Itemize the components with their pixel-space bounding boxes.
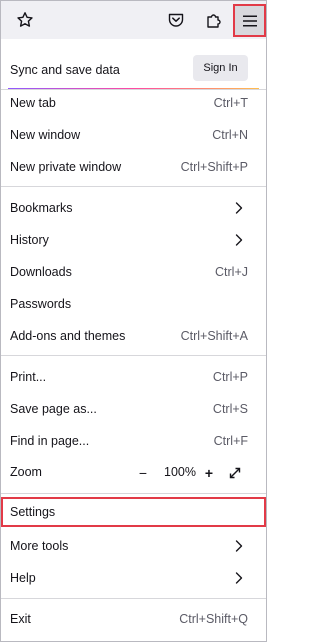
sync-label: Sync and save data <box>10 63 120 77</box>
star-icon <box>17 12 33 27</box>
menu-item-new-private-window[interactable]: New private window Ctrl+Shift+P <box>1 153 266 181</box>
menu-item-shortcut: Ctrl+Shift+A <box>180 329 248 343</box>
menu-item-new-window[interactable]: New window Ctrl+N <box>1 121 266 149</box>
menu-item-label: History <box>10 233 49 247</box>
zoom-controls: − 100% + <box>134 464 249 482</box>
menu-item-help[interactable]: Help <box>1 564 266 592</box>
menu-item-shortcut: Ctrl+Shift+Q <box>179 612 248 626</box>
menu-item-more-tools[interactable]: More tools <box>1 532 266 560</box>
sync-section: Sync and save data Sign In <box>1 46 266 90</box>
menu-item-label: Downloads <box>10 265 72 279</box>
menu-separator <box>1 493 266 494</box>
menu-item-shortcut: Ctrl+Shift+P <box>180 160 248 174</box>
menu-separator <box>1 186 266 187</box>
fullscreen-icon <box>229 467 241 479</box>
menu-item-print[interactable]: Print... Ctrl+P <box>1 363 266 391</box>
zoom-out-button[interactable]: − <box>134 464 152 482</box>
menu-item-zoom: Zoom − 100% + <box>1 458 266 486</box>
menu-item-label: New tab <box>10 96 56 110</box>
menu-item-passwords[interactable]: Passwords <box>1 290 266 318</box>
application-menu-panel: Sync and save data Sign In New tab Ctrl+… <box>1 39 266 641</box>
chevron-right-icon <box>235 234 243 246</box>
chevron-right-icon <box>235 572 243 584</box>
extensions-button[interactable] <box>200 6 228 34</box>
extensions-icon <box>207 14 221 28</box>
menu-item-label: New private window <box>10 160 122 174</box>
zoom-in-button[interactable]: + <box>200 464 218 482</box>
sign-in-button[interactable]: Sign In <box>193 55 248 81</box>
open-application-menu-button[interactable] <box>233 4 266 37</box>
menu-item-label: Settings <box>10 505 56 519</box>
browser-toolbar <box>1 1 266 39</box>
menu-item-downloads[interactable]: Downloads Ctrl+J <box>1 258 266 286</box>
menu-item-label: More tools <box>10 539 69 553</box>
menu-item-shortcut: Ctrl+T <box>213 96 248 110</box>
menu-item-label: Save page as... <box>10 402 97 416</box>
chevron-right-icon <box>235 202 243 214</box>
hamburger-menu-icon <box>242 15 257 26</box>
menu-item-shortcut: Ctrl+F <box>213 434 248 448</box>
menu-item-shortcut: Ctrl+N <box>212 128 248 142</box>
menu-separator <box>1 355 266 356</box>
menu-item-history[interactable]: History <box>1 226 266 254</box>
menu-item-add-ons-and-themes[interactable]: Add-ons and themes Ctrl+Shift+A <box>1 322 266 350</box>
menu-separator <box>1 598 266 599</box>
menu-item-shortcut: Ctrl+J <box>215 265 248 279</box>
menu-item-label: Passwords <box>10 297 72 311</box>
menu-item-label: Exit <box>10 612 31 626</box>
menu-item-find-in-page[interactable]: Find in page... Ctrl+F <box>1 427 266 455</box>
menu-item-label: Bookmarks <box>10 201 73 215</box>
menu-item-shortcut: Ctrl+S <box>212 402 248 416</box>
menu-item-exit[interactable]: Exit Ctrl+Shift+Q <box>1 605 266 633</box>
menu-item-new-tab[interactable]: New tab Ctrl+T <box>1 89 266 117</box>
zoom-label: Zoom <box>10 465 42 479</box>
menu-item-shortcut: Ctrl+P <box>212 370 248 384</box>
menu-item-save-page-as[interactable]: Save page as... Ctrl+S <box>1 395 266 423</box>
menu-item-bookmarks[interactable]: Bookmarks <box>1 194 266 222</box>
menu-item-label: Print... <box>10 370 47 384</box>
menu-item-label: Add-ons and themes <box>10 329 126 343</box>
menu-item-label: Find in page... <box>10 434 90 448</box>
menu-item-label: New window <box>10 128 81 142</box>
pocket-button[interactable] <box>162 6 190 34</box>
bookmark-star-button[interactable] <box>11 6 39 34</box>
pocket-icon <box>168 13 184 27</box>
zoom-reset-button[interactable]: 100% <box>164 465 196 479</box>
menu-item-settings[interactable]: Settings <box>1 497 266 527</box>
chevron-right-icon <box>235 540 243 552</box>
fullscreen-button[interactable] <box>226 464 244 482</box>
menu-item-label: Help <box>10 571 36 585</box>
